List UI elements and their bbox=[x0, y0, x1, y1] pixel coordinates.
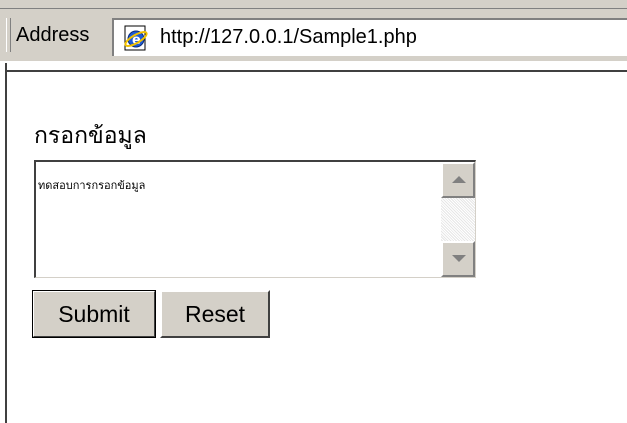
form-title: กรอกข้อมูล bbox=[34, 123, 147, 149]
submit-button[interactable]: Submit bbox=[32, 290, 156, 338]
arrow-down-icon bbox=[452, 255, 466, 262]
address-url: http://127.0.0.1/Sample1.php bbox=[160, 26, 417, 48]
message-textarea[interactable]: ทดสอบการกรอกข้อมูล bbox=[34, 160, 476, 278]
browser-window: Address e http://127.0.0.1/Sample1.php ก… bbox=[0, 0, 627, 423]
address-input[interactable]: e http://127.0.0.1/Sample1.php bbox=[112, 18, 627, 56]
scroll-up-button[interactable] bbox=[441, 162, 475, 198]
address-toolbar: Address e http://127.0.0.1/Sample1.php bbox=[0, 0, 627, 62]
scroll-down-button[interactable] bbox=[441, 241, 475, 277]
content-top-border bbox=[0, 70, 627, 72]
textarea-value: ทดสอบการกรอกข้อมูล bbox=[38, 179, 146, 192]
textarea-scrollbar[interactable] bbox=[441, 162, 475, 277]
toolbar-grip[interactable] bbox=[6, 18, 11, 52]
ie-page-icon: e bbox=[124, 25, 148, 51]
arrow-up-icon bbox=[452, 176, 466, 183]
toolbar-separator bbox=[0, 0, 627, 9]
content-left-border bbox=[0, 63, 7, 423]
reset-button[interactable]: Reset bbox=[160, 290, 270, 338]
address-label: Address bbox=[16, 24, 90, 46]
